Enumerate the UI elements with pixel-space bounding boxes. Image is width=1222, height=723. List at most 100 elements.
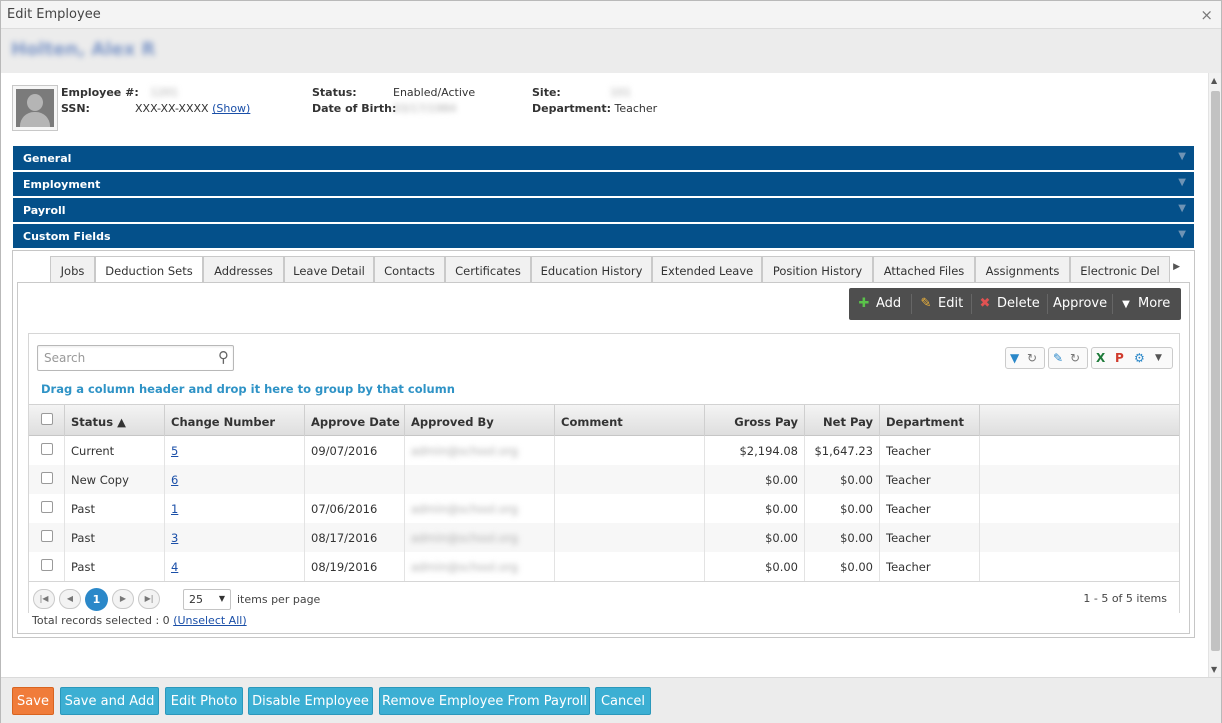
accordion-employment[interactable]: Employment ▼: [13, 172, 1194, 196]
cell-department: Teacher: [880, 436, 980, 465]
prev-page-icon[interactable]: ◀: [59, 589, 81, 609]
change-number-link[interactable]: 1: [171, 502, 178, 516]
approve-button-label: Approve: [1053, 296, 1108, 311]
add-button[interactable]: ✚ Add: [857, 296, 902, 314]
next-page-icon[interactable]: ▶: [112, 589, 134, 609]
page-size-select[interactable]: 25 ▼: [183, 589, 231, 610]
tab-scroll-right-icon[interactable]: ▶: [1173, 262, 1180, 272]
tab-addresses[interactable]: Addresses: [203, 256, 284, 282]
ssn-field: SSN:: [61, 102, 90, 115]
current-page-button[interactable]: 1: [85, 588, 108, 611]
chevron-down-icon: ▼: [1178, 151, 1186, 162]
column-header-approve-date[interactable]: Approve Date: [305, 405, 405, 436]
change-number-link[interactable]: 3: [171, 531, 178, 545]
row-checkbox[interactable]: [40, 530, 53, 542]
column-header-gross-pay[interactable]: Gross Pay: [705, 405, 805, 436]
unselect-all-link[interactable]: (Unselect All): [173, 614, 246, 627]
column-header-change-number[interactable]: Change Number: [165, 405, 305, 436]
edit-photo-button[interactable]: Edit Photo: [165, 687, 243, 715]
dob-value-wrap: 03/17/1984: [393, 102, 456, 115]
cell-status: Past: [65, 523, 165, 552]
first-page-icon[interactable]: |◀: [33, 589, 55, 609]
tab-education-history[interactable]: Education History: [531, 256, 652, 282]
remove-from-payroll-button[interactable]: Remove Employee From Payroll: [379, 687, 590, 715]
column-header-net-pay[interactable]: Net Pay: [805, 405, 880, 436]
filter-icon[interactable]: ▼: [1010, 351, 1019, 365]
employee-name: Holten, Alex R: [11, 39, 156, 60]
table-row[interactable]: Current 5 09/07/2016 admin@school.org $2…: [29, 436, 1179, 465]
dialog-footer: Save Save and Add Edit Photo Disable Emp…: [1, 677, 1221, 723]
tab-deduction-sets[interactable]: Deduction Sets: [95, 256, 203, 282]
edit-button[interactable]: ✎ Edit: [919, 296, 964, 314]
tab-assignments[interactable]: Assignments: [975, 256, 1070, 282]
cell-gross-pay: $0.00: [705, 552, 805, 581]
plus-icon: ✚: [858, 296, 870, 311]
chevron-down-icon[interactable]: ▼: [1155, 353, 1162, 363]
select-all-checkbox[interactable]: [40, 413, 53, 425]
chevron-down-icon: ▼: [218, 594, 225, 603]
accordion-general[interactable]: General ▼: [13, 146, 1194, 170]
table-row[interactable]: Past 1 07/06/2016 admin@school.org $0.00…: [29, 494, 1179, 523]
cell-department: Teacher: [880, 523, 980, 552]
table-row[interactable]: New Copy 6 $0.00 $0.00 Teacher: [29, 465, 1179, 494]
refresh-icon[interactable]: ↻: [1070, 351, 1080, 365]
cell-approved-by: admin@school.org: [411, 531, 518, 545]
accordion-payroll[interactable]: Payroll ▼: [13, 198, 1194, 222]
row-checkbox[interactable]: [40, 501, 53, 513]
tab-contacts[interactable]: Contacts: [374, 256, 445, 282]
cell-net-pay: $0.00: [805, 523, 880, 552]
gear-icon[interactable]: ⚙: [1134, 351, 1145, 365]
more-button[interactable]: ▼ More: [1119, 296, 1170, 314]
disable-employee-button[interactable]: Disable Employee: [248, 687, 373, 715]
tab-jobs[interactable]: Jobs: [50, 256, 95, 282]
wrench-icon[interactable]: ✎: [1053, 351, 1063, 365]
cell-net-pay: $0.00: [805, 465, 880, 494]
refresh-filter-icon[interactable]: ↻: [1027, 351, 1037, 365]
change-number-link[interactable]: 4: [171, 560, 178, 574]
scroll-down-icon[interactable]: ▼: [1211, 665, 1217, 674]
deduction-sets-grid: Search ⚲ ▼ ↻ ✎ ↻ X P ⚙ ▼ Drag a column h…: [28, 333, 1180, 613]
employee-name-bar: Holten, Alex R: [1, 29, 1221, 73]
approve-button[interactable]: Approve: [1053, 296, 1107, 314]
save-and-add-button[interactable]: Save and Add: [60, 687, 159, 715]
cell-comment: [555, 552, 705, 581]
scroll-up-icon[interactable]: ▲: [1211, 76, 1217, 85]
accordion-custom-fields[interactable]: Custom Fields ▼: [13, 224, 1194, 248]
column-header-approved-by[interactable]: Approved By: [405, 405, 555, 436]
row-checkbox[interactable]: [40, 559, 53, 571]
tab-leave-detail[interactable]: Leave Detail: [284, 256, 374, 282]
edit-employee-dialog: Edit Employee × Holten, Alex R Employee …: [0, 0, 1222, 723]
vertical-scrollbar[interactable]: ▲ ▼: [1208, 73, 1221, 677]
tab-certificates[interactable]: Certificates: [445, 256, 531, 282]
tab-attached-files[interactable]: Attached Files: [873, 256, 975, 282]
row-checkbox[interactable]: [40, 472, 53, 484]
change-number-link[interactable]: 5: [171, 444, 178, 458]
status-label: Status:: [312, 86, 357, 99]
cell-comment: [555, 436, 705, 465]
cell-comment: [555, 494, 705, 523]
excel-export-icon[interactable]: X: [1096, 351, 1105, 365]
ssn-show-link[interactable]: (Show): [212, 102, 250, 115]
tab-extended-leave[interactable]: Extended Leave: [652, 256, 762, 282]
scrollbar-thumb[interactable]: [1211, 91, 1220, 651]
cell-department: Teacher: [880, 465, 980, 494]
cancel-button[interactable]: Cancel: [595, 687, 651, 715]
column-header-comment[interactable]: Comment: [555, 405, 705, 436]
column-header-department[interactable]: Department: [880, 405, 980, 436]
tab-electronic-delivery[interactable]: Electronic Del: [1070, 256, 1170, 282]
save-button[interactable]: Save: [12, 687, 54, 715]
status-value: Enabled/Active: [393, 86, 476, 99]
row-checkbox[interactable]: [40, 443, 53, 455]
close-icon[interactable]: ×: [1200, 6, 1213, 24]
table-row[interactable]: Past 3 08/17/2016 admin@school.org $0.00…: [29, 523, 1179, 552]
search-input[interactable]: Search ⚲: [37, 345, 234, 371]
search-icon[interactable]: ⚲: [218, 348, 229, 366]
cell-status: Past: [65, 494, 165, 523]
tab-position-history[interactable]: Position History: [762, 256, 873, 282]
change-number-link[interactable]: 6: [171, 473, 178, 487]
table-row[interactable]: Past 4 08/19/2016 admin@school.org $0.00…: [29, 552, 1179, 581]
column-header-status[interactable]: Status ▲: [65, 405, 165, 436]
delete-button[interactable]: ✖ Delete: [978, 296, 1040, 314]
last-page-icon[interactable]: ▶|: [138, 589, 160, 609]
pdf-export-icon[interactable]: P: [1115, 351, 1124, 365]
